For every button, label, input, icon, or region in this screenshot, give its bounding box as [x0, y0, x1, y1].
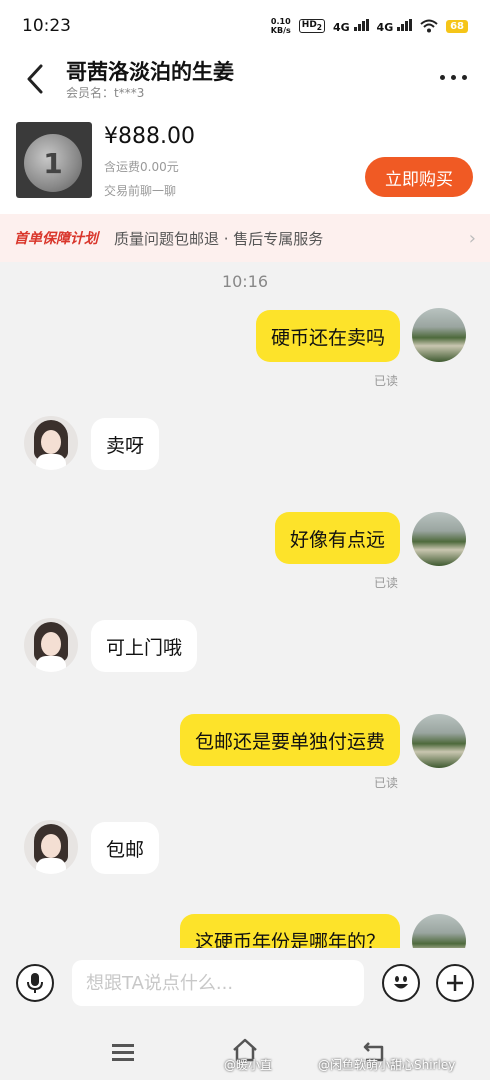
- network-speed-unit: KB/s: [270, 26, 291, 35]
- network-speed: 0.10 KB/s: [271, 17, 291, 35]
- signal-icon-2: 4G: [376, 18, 413, 34]
- member-id: 会员名：t***3: [66, 86, 145, 100]
- signal-label-2: 4G: [376, 20, 394, 34]
- hd-label: HD: [301, 20, 317, 31]
- seller-avatar[interactable]: [24, 618, 78, 672]
- product-image[interactable]: 1: [16, 122, 92, 198]
- shipping-fee: 含运费0.00元: [104, 160, 179, 174]
- voice-input-button[interactable]: [16, 964, 54, 1002]
- chat-hint: 交易前聊一聊: [104, 184, 177, 198]
- chat-area[interactable]: 10:16 硬币还在卖吗 已读 卖呀 好像有点远 已读 可上门哦 包邮还是要单独…: [0, 262, 490, 948]
- chat-header: 哥茜洛淡泊的生姜 会员名：t***3: [0, 52, 490, 110]
- message-bubble-sent[interactable]: 好像有点远: [274, 512, 400, 564]
- message-bubble-sent[interactable]: 包邮还是要单独付运费: [179, 714, 400, 766]
- protection-text: 质量问题包邮退 · 售后专属服务: [114, 229, 324, 248]
- product-card[interactable]: 1 ¥888.00 含运费0.00元 交易前聊一聊 立即购买: [0, 110, 490, 214]
- my-avatar[interactable]: [412, 308, 466, 362]
- chevron-right-icon: ›: [468, 227, 476, 249]
- more-actions-button[interactable]: [436, 964, 474, 1002]
- product-price: ¥888.00: [104, 124, 195, 149]
- battery-icon: 68: [446, 19, 468, 33]
- menu-icon[interactable]: [112, 1044, 134, 1061]
- back-arrow-icon[interactable]: [22, 62, 48, 96]
- read-receipt: 已读: [374, 576, 399, 590]
- chat-timestamp: 10:16: [221, 272, 269, 291]
- status-time: 10:23: [22, 16, 71, 36]
- message-bubble-sent[interactable]: 这硬币年份是哪年的？: [179, 914, 400, 948]
- message-bubble-received[interactable]: 可上门哦: [91, 620, 198, 672]
- hd-sub: 2: [316, 22, 323, 32]
- my-avatar[interactable]: [412, 512, 466, 566]
- protection-banner[interactable]: 首单保障计划 质量问题包邮退 · 售后专属服务 ›: [0, 214, 490, 262]
- my-avatar[interactable]: [412, 914, 466, 948]
- coin-image: 1: [24, 134, 82, 192]
- watermark-right: @闲鱼软萌小甜心Shirley: [318, 1058, 456, 1072]
- buy-now-button[interactable]: 立即购买: [365, 157, 473, 197]
- microphone-icon: [27, 973, 43, 993]
- status-icons: 0.10 KB/s HD2 4G 4G 68: [271, 17, 468, 35]
- read-receipt: 已读: [374, 374, 399, 388]
- plus-icon: [447, 975, 463, 991]
- message-input[interactable]: [72, 960, 364, 1006]
- emoji-button[interactable]: [382, 964, 420, 1002]
- network-speed-value: 0.10: [270, 17, 291, 26]
- signal-label-1: 4G: [333, 20, 350, 34]
- my-avatar[interactable]: [412, 714, 466, 768]
- smiley-icon: [394, 976, 408, 989]
- protection-title: 首单保障计划: [14, 231, 98, 247]
- status-bar: 10:23 0.10 KB/s HD2 4G 4G 68: [0, 0, 490, 52]
- seller-avatar[interactable]: [24, 820, 78, 874]
- message-bubble-sent[interactable]: 硬币还在卖吗: [255, 310, 400, 362]
- signal-icon-1: 4G: [333, 18, 369, 34]
- seller-avatar[interactable]: [24, 416, 78, 470]
- hd-icon: HD2: [298, 19, 326, 33]
- message-bubble-received[interactable]: 卖呀: [91, 418, 160, 470]
- more-options-icon[interactable]: [438, 66, 470, 90]
- watermark-left: @暖小直: [224, 1058, 273, 1072]
- seller-name: 哥茜洛淡泊的生姜: [66, 60, 234, 84]
- message-input-bar: [0, 948, 490, 1018]
- read-receipt: 已读: [374, 776, 399, 790]
- wifi-icon: [420, 19, 438, 33]
- message-bubble-received[interactable]: 包邮: [91, 822, 160, 874]
